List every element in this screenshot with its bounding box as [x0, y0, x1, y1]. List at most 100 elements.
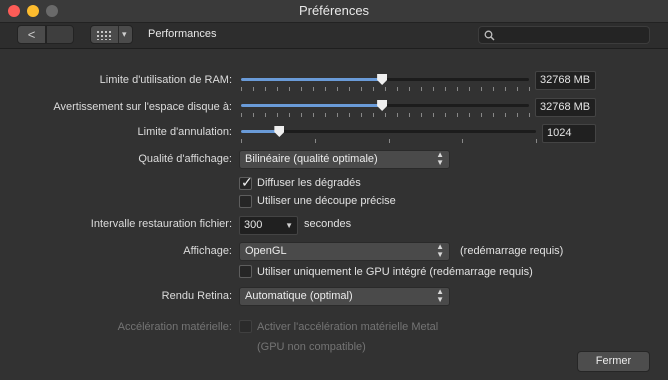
slider-tick — [421, 87, 422, 91]
slider-tick — [481, 113, 482, 117]
slider-tick — [241, 87, 242, 91]
slider-tick — [265, 113, 266, 117]
slider-tick — [337, 113, 338, 117]
slider-knob[interactable] — [274, 126, 285, 137]
title-bar: Préférences — [0, 0, 668, 23]
slider-tick — [445, 87, 446, 91]
checkmark-icon: ✓ — [241, 174, 253, 190]
display-restart-note: (redémarrage requis) — [460, 245, 564, 257]
display-select[interactable]: OpenGL ▲ ▼ — [239, 242, 450, 261]
slider-tick — [361, 87, 362, 91]
chevron-down-icon[interactable]: ▼ — [285, 217, 293, 234]
slider-tick — [397, 113, 398, 117]
forward-button[interactable] — [46, 25, 74, 44]
slider-tick — [397, 87, 398, 91]
slider-tick — [313, 87, 314, 91]
slider-tick — [301, 87, 302, 91]
slider-tick — [289, 113, 290, 117]
undo-limit-value[interactable]: 1024 — [542, 124, 596, 143]
slider-tick — [388, 139, 390, 143]
slider-knob[interactable] — [377, 74, 388, 85]
slider-tick — [505, 113, 506, 117]
retina-rendering-label: Rendu Retina: — [161, 290, 232, 302]
slider-tick — [529, 87, 530, 91]
slider-tick — [445, 113, 446, 117]
slider-tick — [253, 87, 254, 91]
display-value: OpenGL — [245, 245, 287, 257]
dither-gradients-label: Diffuser les dégradés — [257, 177, 361, 189]
slider-fill — [241, 104, 383, 107]
display-label: Affichage: — [183, 245, 232, 257]
slider-tick — [469, 113, 470, 117]
separator — [118, 26, 119, 43]
back-button[interactable]: < — [17, 25, 46, 44]
slider-tick — [325, 87, 326, 91]
restore-interval-unit: secondes — [304, 218, 352, 230]
updown-icon: ▲ ▼ — [436, 287, 444, 304]
undo-limit-slider[interactable] — [241, 126, 537, 143]
slider-tick — [337, 87, 338, 91]
ram-limit-slider[interactable] — [241, 74, 530, 91]
window-title: Préférences — [298, 3, 370, 18]
precise-clipping-checkbox[interactable] — [239, 195, 252, 208]
hw-accel-label: Accélération matérielle: — [117, 321, 232, 333]
retina-rendering-select[interactable]: Automatique (optimal) ▲ ▼ — [239, 287, 450, 306]
show-all-button[interactable]: ▾ — [90, 25, 133, 44]
chevron-down-icon[interactable]: ▾ — [122, 26, 127, 43]
restore-interval-label: Intervalle restauration fichier: — [90, 218, 232, 230]
slider-tick — [277, 87, 278, 91]
restore-interval-combo[interactable]: 300 ▼ — [239, 216, 298, 235]
slider-tick — [505, 87, 506, 91]
slider-knob[interactable] — [377, 100, 388, 111]
slider-tick — [409, 87, 410, 91]
slider-tick — [253, 113, 254, 117]
slider-fill — [241, 78, 383, 81]
slider-tick — [493, 87, 494, 91]
metal-accel-checkbox — [239, 320, 252, 333]
slider-tick — [241, 113, 242, 117]
toolbar: < ▾ Performances — [0, 23, 668, 49]
slider-tick — [373, 113, 374, 117]
section-title: Performances — [148, 28, 217, 40]
dither-gradients-checkbox[interactable]: ✓ — [239, 174, 253, 190]
slider-tick — [433, 113, 434, 117]
slider-tick — [314, 139, 316, 143]
slider-tick — [361, 113, 362, 117]
search-input[interactable] — [478, 26, 650, 44]
slider-tick — [493, 113, 494, 117]
slider-tick — [349, 113, 350, 117]
undo-limit-label: Limite d'annulation: — [137, 126, 232, 138]
slider-tick — [409, 113, 410, 117]
integrated-gpu-label: Utiliser uniquement le GPU intégré (redé… — [257, 266, 533, 278]
display-quality-select[interactable]: Bilinéaire (qualité optimale) ▲ ▼ — [239, 150, 450, 169]
slider-tick — [536, 139, 537, 143]
slider-tick — [517, 113, 518, 117]
slider-tick — [457, 87, 458, 91]
disk-warning-label: Avertissement sur l'espace disque à: — [53, 101, 232, 113]
ram-limit-value[interactable]: 32768 MB — [535, 71, 596, 90]
precise-clipping-label: Utiliser une découpe précise — [257, 195, 396, 207]
updown-icon: ▲ ▼ — [436, 150, 444, 167]
retina-rendering-value: Automatique (optimal) — [245, 290, 353, 302]
slider-tick — [433, 87, 434, 91]
ram-limit-label: Limite d'utilisation de RAM: — [99, 74, 232, 86]
slider-tick — [517, 87, 518, 91]
slider-tick — [241, 139, 242, 143]
close-button[interactable]: Fermer — [577, 351, 650, 372]
disk-warning-value[interactable]: 32768 MB — [535, 98, 596, 117]
slider-tick — [289, 87, 290, 91]
restore-interval-value: 300 — [244, 219, 263, 231]
disk-warning-slider[interactable] — [241, 100, 530, 117]
display-quality-value: Bilinéaire (qualité optimale) — [245, 153, 378, 165]
slider-tick — [385, 113, 386, 117]
slider-tick — [325, 113, 326, 117]
slider-tick — [469, 87, 470, 91]
slider-tick — [481, 87, 482, 91]
slider-tick — [301, 113, 302, 117]
slider-tick — [349, 87, 350, 91]
display-quality-label: Qualité d'affichage: — [138, 153, 232, 165]
metal-accel-label: Activer l'accélération matérielle Metal — [257, 321, 439, 333]
integrated-gpu-checkbox[interactable] — [239, 265, 252, 278]
slider-tick — [277, 113, 278, 117]
back-icon: < — [27, 27, 36, 42]
